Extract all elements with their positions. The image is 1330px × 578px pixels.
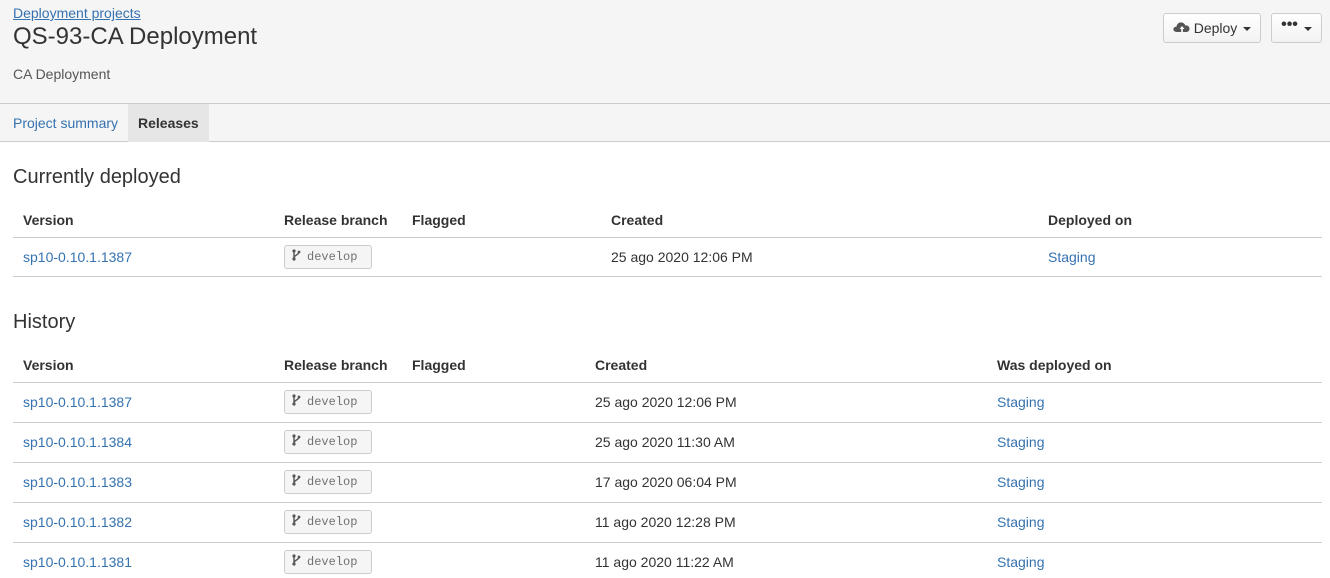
branch-name: develop (307, 250, 358, 264)
chevron-down-icon (1243, 27, 1252, 31)
version-link[interactable]: sp10-0.10.1.1381 (23, 543, 132, 578)
environment-link[interactable]: Staging (997, 503, 1044, 543)
created-date: 17 ago 2020 06:04 PM (595, 474, 737, 490)
breadcrumb-deployment-projects[interactable]: Deployment projects (13, 5, 141, 21)
version-link[interactable]: sp10-0.10.1.1383 (23, 463, 132, 503)
page-title: QS-93-CA Deployment (13, 23, 258, 50)
cloud-upload-icon (1173, 20, 1191, 37)
branch-name: develop (307, 515, 358, 529)
table-row: sp10-0.10.1.1387 develop 25 ago 2020 12:… (13, 382, 1322, 422)
column-header-created: Created (611, 212, 664, 228)
branch-icon (291, 514, 301, 530)
version-link[interactable]: sp10-0.10.1.1387 (23, 238, 132, 278)
column-header-flagged: Flagged (412, 357, 466, 373)
version-link[interactable]: sp10-0.10.1.1382 (23, 503, 132, 543)
branch-lozenge[interactable]: develop (284, 470, 372, 494)
table-row: sp10-0.10.1.1387 develop 25 ago 2020 12:… (13, 237, 1322, 277)
version-link[interactable]: sp10-0.10.1.1387 (23, 383, 132, 423)
more-actions-button[interactable]: ••• (1271, 13, 1322, 43)
branch-lozenge[interactable]: develop (284, 510, 372, 534)
version-link[interactable]: sp10-0.10.1.1384 (23, 423, 132, 463)
created-date: 25 ago 2020 12:06 PM (611, 249, 753, 265)
more-icon: ••• (1281, 16, 1298, 33)
branch-lozenge[interactable]: develop (284, 550, 372, 574)
environment-link[interactable]: Staging (1048, 238, 1095, 278)
page-header: Deployment projects QS-93-CA Deployment … (0, 0, 1330, 104)
column-header-version: Version (23, 357, 74, 373)
branch-icon (291, 434, 301, 450)
branch-icon (291, 554, 301, 570)
deploy-button[interactable]: Deploy (1163, 13, 1261, 43)
environment-link[interactable]: Staging (997, 543, 1044, 578)
column-header-deployed-on: Deployed on (1048, 212, 1133, 228)
branch-lozenge[interactable]: develop (284, 390, 372, 414)
created-date: 11 ago 2020 11:22 AM (595, 554, 734, 570)
created-date: 25 ago 2020 12:06 PM (595, 394, 737, 410)
column-header-flagged: Flagged (412, 212, 466, 228)
tab-bar: Project summary Releases (0, 104, 1330, 142)
tab-project-summary[interactable]: Project summary (3, 104, 128, 142)
currently-deployed-heading: Currently deployed (13, 166, 181, 188)
environment-link[interactable]: Staging (997, 463, 1044, 503)
history-heading: History (13, 311, 76, 333)
branch-lozenge[interactable]: develop (284, 245, 372, 269)
column-header-release-branch: Release branch (284, 212, 388, 228)
tab-releases[interactable]: Releases (128, 104, 209, 142)
branch-lozenge[interactable]: develop (284, 430, 372, 454)
column-header-created: Created (595, 357, 648, 373)
branch-icon (291, 474, 301, 490)
table-row: sp10-0.10.1.1384 develop 25 ago 2020 11:… (13, 422, 1322, 462)
column-header-version: Version (23, 212, 74, 228)
deploy-button-label: Deploy (1193, 20, 1238, 36)
column-header-was-deployed-on: Was deployed on (997, 357, 1112, 373)
table-row: sp10-0.10.1.1382 develop 11 ago 2020 12:… (13, 502, 1322, 542)
table-row: sp10-0.10.1.1381 develop 11 ago 2020 11:… (13, 542, 1322, 578)
created-date: 25 ago 2020 11:30 AM (595, 434, 735, 450)
branch-name: develop (307, 395, 358, 409)
branch-name: develop (307, 435, 358, 449)
environment-link[interactable]: Staging (997, 383, 1044, 423)
chevron-down-icon (1303, 27, 1312, 31)
table-row: sp10-0.10.1.1383 develop 17 ago 2020 06:… (13, 462, 1322, 502)
environment-link[interactable]: Staging (997, 423, 1044, 463)
created-date: 11 ago 2020 12:28 PM (595, 514, 736, 530)
branch-name: develop (307, 475, 358, 489)
page-description: CA Deployment (13, 66, 111, 82)
column-header-release-branch: Release branch (284, 357, 388, 373)
branch-icon (291, 249, 301, 265)
branch-icon (291, 394, 301, 410)
branch-name: develop (307, 555, 358, 569)
